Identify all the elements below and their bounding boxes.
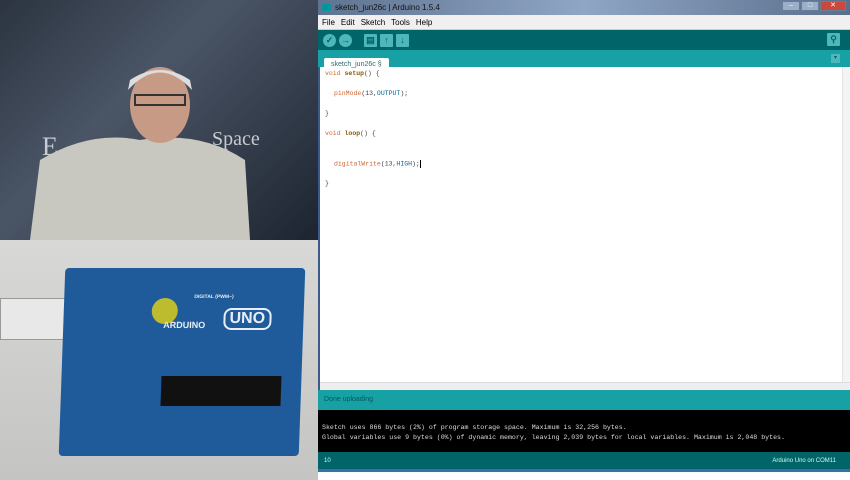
console-output: Sketch uses 866 bytes (2%) of program st… (318, 410, 850, 452)
tab-menu-button[interactable]: ▾ (831, 54, 840, 63)
board-model: UNO (223, 308, 272, 330)
open-button[interactable]: ↑ (380, 33, 393, 47)
text-cursor (419, 160, 421, 168)
chip (160, 376, 282, 406)
code-line: } (325, 110, 329, 117)
minimize-button[interactable]: – (782, 1, 800, 11)
console-line: Sketch uses 866 bytes (2%) of program st… (322, 424, 627, 431)
footer-bar: 10 Arduino Uno on COM11 (318, 452, 850, 472)
menu-tools[interactable]: Tools (391, 18, 410, 27)
presenter-image (30, 67, 250, 240)
close-button[interactable]: ✕ (820, 1, 846, 11)
new-button[interactable]: ▤ (364, 33, 377, 47)
code-line: void setup() { (325, 70, 380, 77)
vertical-scrollbar[interactable] (842, 67, 850, 382)
webcam-video: E Space (0, 0, 318, 240)
code-line: pinMode(13,OUTPUT); (334, 90, 409, 97)
console-line: Global variables use 9 bytes (0%) of dyn… (322, 434, 785, 441)
upload-button[interactable]: → (339, 33, 352, 47)
code-editor[interactable]: void setup() { pinMode(13,OUTPUT); } voi… (318, 67, 850, 390)
window-title: sketch_jun26c | Arduino 1.5.4 (335, 3, 440, 12)
toolbar: ✓ → ▤ ↑ ↓ ⚲ (318, 30, 850, 50)
menu-edit[interactable]: Edit (341, 18, 355, 27)
arduino-board-image: ARDUINO UNO DIGITAL (PWM~) (58, 268, 306, 456)
horizontal-scrollbar[interactable] (320, 382, 850, 390)
arduino-logo-icon (322, 4, 331, 11)
arduino-ide-window: sketch_jun26c | Arduino 1.5.4 – □ ✕ File… (318, 0, 850, 480)
status-bar: Done uploading (318, 390, 850, 410)
menu-bar: File Edit Sketch Tools Help (318, 15, 850, 30)
maximize-button[interactable]: □ (801, 1, 819, 11)
code-line: } (325, 180, 329, 187)
board-header-label: DIGITAL (PWM~) (194, 294, 234, 300)
save-button[interactable]: ↓ (396, 33, 409, 47)
line-number: 10 (324, 457, 331, 464)
serial-monitor-button[interactable]: ⚲ (827, 33, 840, 46)
tab-bar: sketch_jun26c § ▾ (318, 50, 850, 72)
menu-sketch[interactable]: Sketch (361, 18, 385, 27)
menu-file[interactable]: File (322, 18, 335, 27)
board-port: Arduino Uno on COM11 (772, 457, 836, 464)
title-bar: sketch_jun26c | Arduino 1.5.4 – □ ✕ (318, 0, 850, 15)
menu-help[interactable]: Help (416, 18, 432, 27)
code-line: digitalWrite(13,HIGH); (334, 160, 421, 168)
code-line: void loop() { (325, 130, 376, 137)
verify-button[interactable]: ✓ (323, 33, 336, 47)
